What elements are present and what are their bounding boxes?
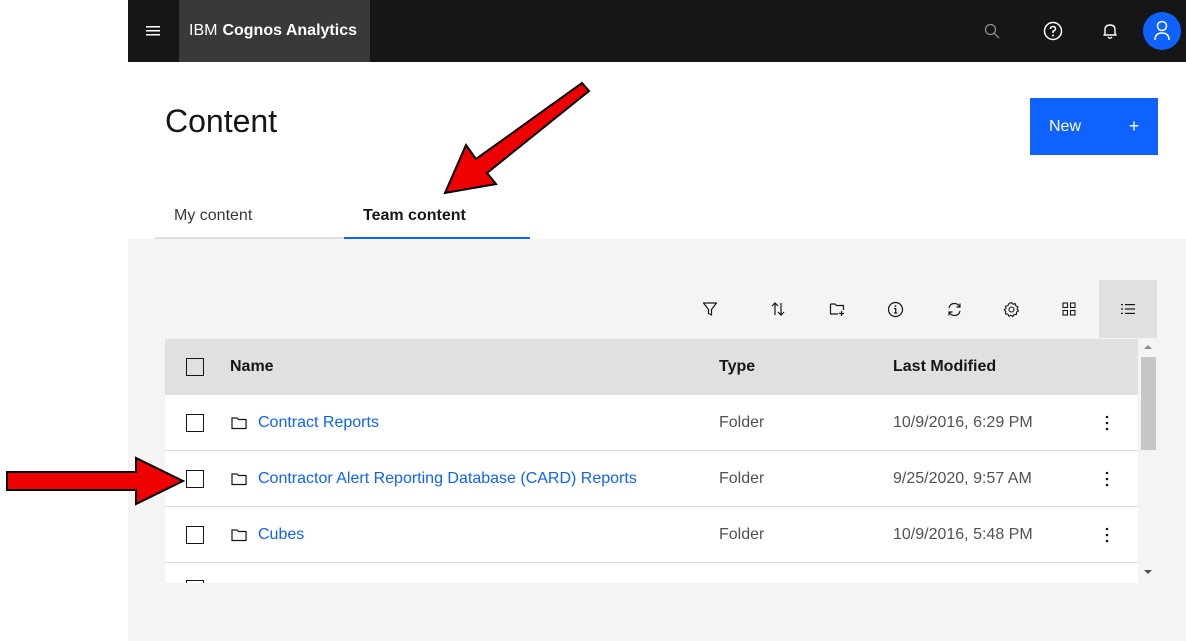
product-name[interactable]: IBM Cognos Analytics: [179, 0, 370, 62]
info-icon: [887, 301, 903, 317]
table-row[interactable]: Contractor Alert Reporting Database (CAR…: [165, 451, 1138, 507]
list-view-icon: [1121, 304, 1135, 314]
brand-name: Cognos Analytics: [222, 22, 357, 39]
row-checkbox[interactable]: [186, 526, 204, 544]
tab-label: Team content: [363, 207, 466, 224]
item-name-link[interactable]: Cubes: [258, 507, 304, 563]
page-title: Content: [165, 103, 278, 139]
item-name-link[interactable]: Contractor Alert Reporting Database (CAR…: [258, 451, 637, 507]
brand-prefix: IBM: [189, 22, 218, 39]
search-button[interactable]: [968, 0, 1016, 62]
notifications-button[interactable]: [1086, 0, 1134, 62]
avatar: [1143, 12, 1181, 50]
item-last-modified: 10/9/2016, 5:48 PM: [893, 526, 1033, 543]
sort-icon: [771, 302, 785, 316]
column-header-type[interactable]: Type: [719, 339, 755, 395]
content-table: Name Type Last Modified Contract Reports…: [165, 339, 1138, 583]
settings-icon: [1003, 301, 1019, 317]
table-row-partial[interactable]: [165, 563, 1138, 583]
new-button-label: New: [1049, 117, 1082, 135]
tab-label: My content: [174, 207, 253, 224]
overflow-menu-icon: [1105, 471, 1109, 487]
item-type: Folder: [719, 470, 765, 487]
scroll-down-icon[interactable]: [1142, 567, 1154, 577]
annotation-arrow-row: [6, 456, 186, 506]
search-icon: [984, 23, 1000, 39]
folder-icon: [231, 507, 247, 563]
plus-icon: +: [1128, 116, 1140, 136]
table-row[interactable]: Cubes Folder 10/9/2016, 5:48 PM: [165, 507, 1138, 563]
overflow-menu-button[interactable]: [1095, 451, 1119, 507]
item-type: Folder: [719, 526, 765, 543]
item-last-modified: 9/25/2020, 9:57 AM: [893, 470, 1032, 487]
help-button[interactable]: [1029, 0, 1077, 62]
folder-icon: [231, 395, 247, 451]
filter-icon: [702, 302, 718, 316]
item-type: Folder: [719, 414, 765, 431]
new-folder-button[interactable]: [815, 280, 859, 338]
overflow-menu-button[interactable]: [1095, 395, 1119, 451]
user-profile-button[interactable]: [1138, 0, 1186, 62]
new-folder-icon: [829, 303, 845, 316]
bell-icon: [1103, 24, 1117, 39]
tile-view-icon: [1062, 302, 1076, 316]
column-header-name[interactable]: Name: [230, 339, 274, 395]
info-button[interactable]: [873, 280, 917, 338]
settings-button[interactable]: [989, 280, 1033, 338]
scrollbar-thumb[interactable]: [1141, 357, 1156, 450]
row-checkbox[interactable]: [186, 470, 204, 488]
table-header: Name Type Last Modified: [165, 339, 1138, 395]
help-icon: [1043, 21, 1063, 41]
scroll-up-icon[interactable]: [1142, 342, 1154, 352]
filter-button[interactable]: [688, 280, 732, 338]
select-all-checkbox[interactable]: [186, 358, 204, 376]
row-checkbox[interactable]: [186, 414, 204, 432]
tile-view-button[interactable]: [1047, 280, 1091, 338]
table-row[interactable]: Contract Reports Folder 10/9/2016, 6:29 …: [165, 395, 1138, 451]
folder-icon: [231, 451, 247, 507]
hamburger-menu-button[interactable]: [128, 0, 178, 62]
new-button[interactable]: New +: [1030, 98, 1158, 155]
item-name-link[interactable]: Contract Reports: [258, 395, 379, 451]
refresh-icon: [947, 302, 961, 316]
refresh-button[interactable]: [932, 280, 976, 338]
overflow-menu-button[interactable]: [1095, 507, 1119, 563]
annotation-arrow-tab: [443, 81, 591, 195]
top-nav-bar: IBM Cognos Analytics: [128, 0, 1186, 62]
list-view-button[interactable]: [1099, 280, 1157, 338]
column-header-last-modified[interactable]: Last Modified: [893, 339, 996, 395]
user-icon: [1154, 20, 1170, 41]
tab-my-content[interactable]: My content: [155, 197, 344, 239]
hamburger-menu-icon: [146, 26, 160, 36]
item-last-modified: 10/9/2016, 6:29 PM: [893, 414, 1033, 431]
sort-button[interactable]: [756, 280, 800, 338]
overflow-menu-icon: [1105, 527, 1109, 543]
row-checkbox[interactable]: [186, 580, 204, 583]
overflow-menu-icon: [1105, 415, 1109, 431]
